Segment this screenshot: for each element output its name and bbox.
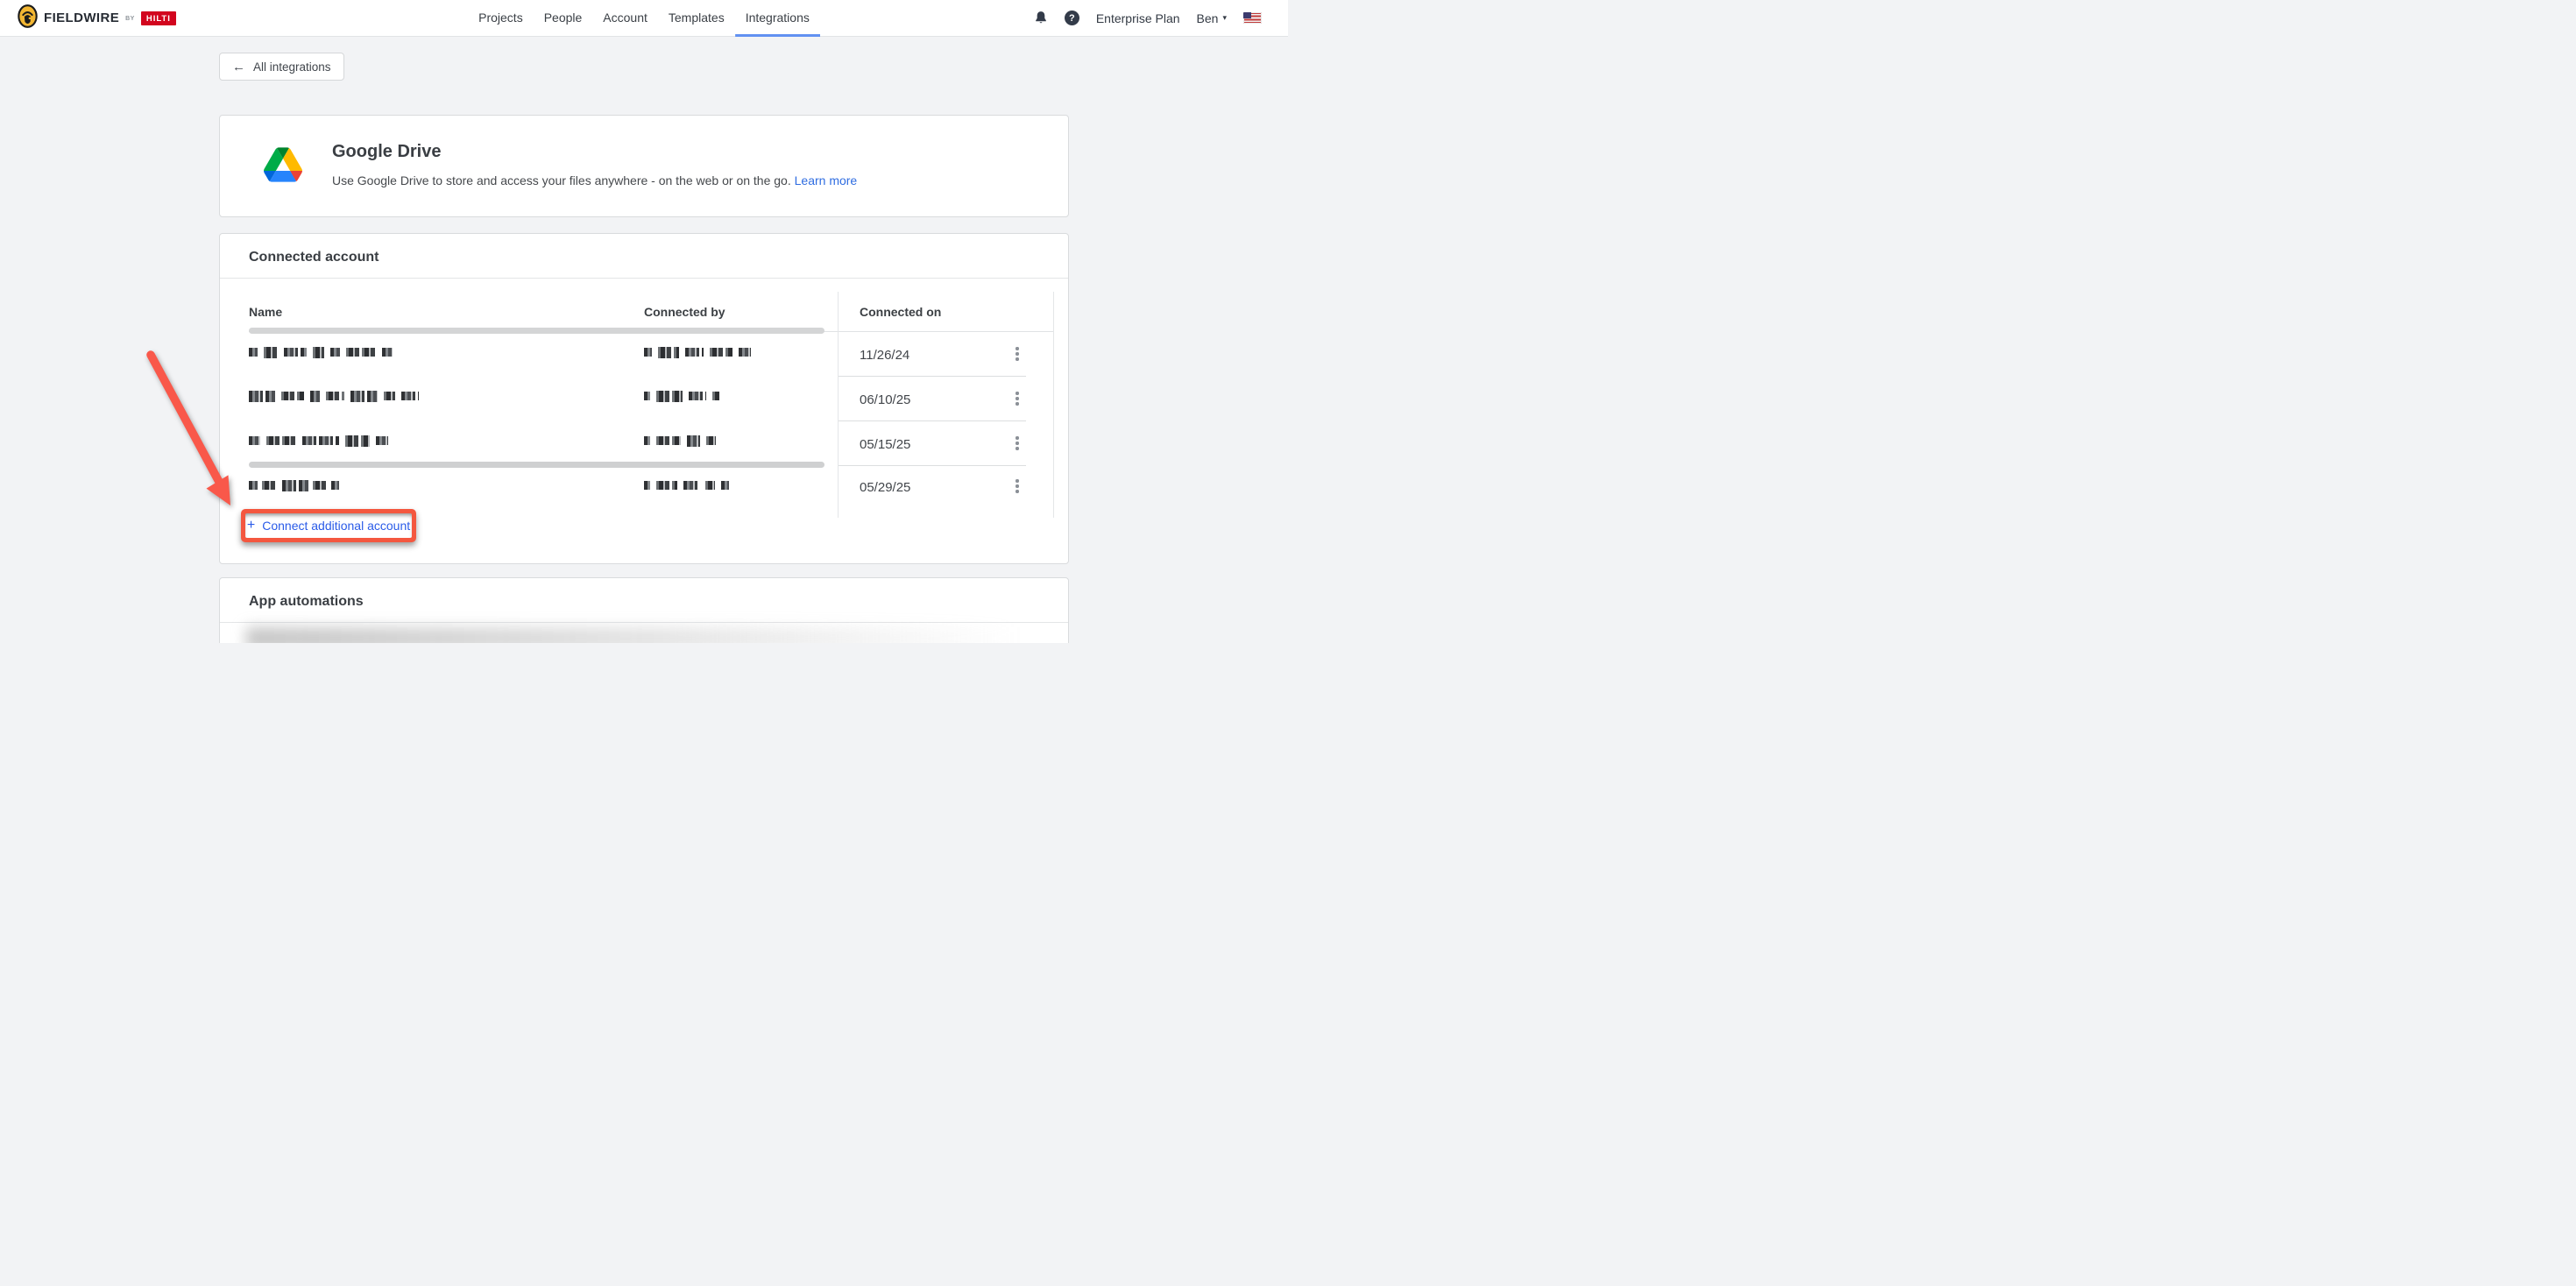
nav-tab-integrations[interactable]: Integrations <box>735 0 820 37</box>
plan-badge: Enterprise Plan <box>1096 11 1180 25</box>
fieldwire-logo-icon <box>18 4 38 32</box>
plus-icon: + <box>247 518 255 533</box>
fieldwire-brand[interactable]: FIELDWIRE BY HILTI <box>0 4 176 32</box>
back-arrow-icon: ← <box>232 60 245 74</box>
section-divider <box>220 622 1068 623</box>
main-nav: Projects People Account Templates Integr… <box>468 0 820 37</box>
column-header-connected-on: Connected on <box>860 305 941 319</box>
section-divider <box>220 278 1068 279</box>
row-actions-kebab-menu-icon[interactable] <box>1009 343 1025 365</box>
top-navigation-bar: FIELDWIRE BY HILTI Projects People Accou… <box>0 0 1288 37</box>
nav-tab-projects[interactable]: Projects <box>468 0 534 37</box>
redacted-connected-by <box>644 390 719 402</box>
blurred-content <box>246 627 1017 643</box>
user-menu[interactable]: Ben ▾ <box>1197 11 1227 25</box>
app-automations-card: App automations <box>219 577 1069 643</box>
google-drive-info-card: Google Drive Use Google Drive to store a… <box>219 115 1069 217</box>
connected-account-card: Connected account Name Connected by Conn… <box>219 233 1069 564</box>
app-automations-heading: App automations <box>249 594 364 610</box>
connected-on-date: 05/29/25 <box>860 480 910 495</box>
top-right-controls: ? Enterprise Plan Ben ▾ <box>1034 11 1288 25</box>
column-header-name: Name <box>249 305 282 319</box>
horizontal-scrollbar-bottom[interactable] <box>249 462 824 468</box>
integrations-page: FIELDWIRE BY HILTI Projects People Accou… <box>0 0 1288 643</box>
learn-more-link[interactable]: Learn more <box>795 173 858 187</box>
connected-on-date: 11/26/24 <box>860 348 909 363</box>
horizontal-scrollbar-top[interactable] <box>249 328 824 334</box>
language-flag-us[interactable] <box>1243 12 1262 24</box>
row-actions-kebab-menu-icon[interactable] <box>1009 387 1025 410</box>
redacted-account-name <box>249 390 419 402</box>
column-header-connected-by: Connected by <box>644 305 725 319</box>
nav-tab-people[interactable]: People <box>534 0 593 37</box>
user-name: Ben <box>1197 11 1219 25</box>
back-button-label: All integrations <box>253 60 331 74</box>
redacted-connected-by <box>644 479 729 491</box>
row-divider <box>839 376 1026 377</box>
help-icon[interactable]: ? <box>1065 11 1079 25</box>
notifications-bell-icon[interactable] <box>1034 11 1048 25</box>
chevron-down-icon: ▾ <box>1222 13 1227 23</box>
row-actions-kebab-menu-icon[interactable] <box>1009 432 1025 455</box>
nav-tab-templates[interactable]: Templates <box>658 0 735 37</box>
all-integrations-back-button[interactable]: ← All integrations <box>219 53 344 81</box>
hilti-logo: HILTI <box>141 11 176 25</box>
connect-additional-account-label: Connect additional account <box>262 519 410 533</box>
description-text: Use Google Drive to store and access you… <box>332 173 791 187</box>
redacted-connected-by <box>644 435 716 447</box>
google-drive-icon <box>264 147 302 187</box>
row-divider <box>839 420 1026 421</box>
redacted-connected-by <box>644 346 751 358</box>
row-divider <box>839 465 1026 466</box>
integration-description: Use Google Drive to store and access you… <box>332 173 857 187</box>
table-right-border <box>1053 292 1054 518</box>
connected-on-date: 06/10/25 <box>860 392 910 407</box>
redacted-account-name <box>249 479 339 491</box>
connect-additional-account-button[interactable]: + Connect additional account <box>245 513 412 538</box>
annotation-highlight-box: + Connect additional account <box>241 509 416 542</box>
brand-by-label: BY <box>125 16 135 22</box>
brand-name: FIELDWIRE <box>44 11 119 25</box>
nav-tab-account[interactable]: Account <box>592 0 658 37</box>
connected-account-heading: Connected account <box>249 250 379 265</box>
table-column-divider <box>838 292 839 518</box>
redacted-account-name <box>249 346 393 358</box>
connected-on-date: 05/15/25 <box>860 437 910 452</box>
redacted-account-name <box>249 435 388 447</box>
integration-title: Google Drive <box>332 142 441 162</box>
row-actions-kebab-menu-icon[interactable] <box>1009 475 1025 498</box>
